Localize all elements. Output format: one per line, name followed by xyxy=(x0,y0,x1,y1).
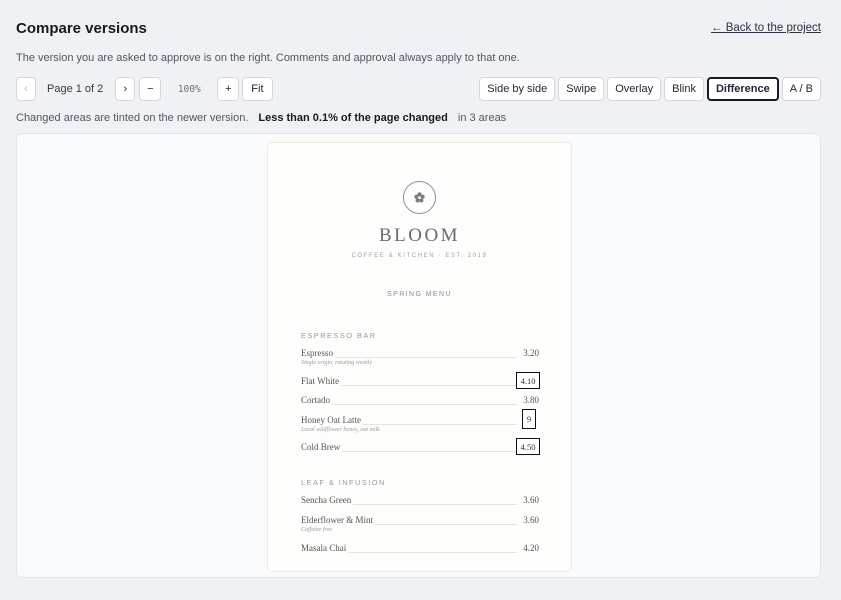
mode-side-by-side[interactable]: Side by side xyxy=(479,77,556,101)
item-description: Single origin, rotating weekly xyxy=(301,360,373,366)
chevron-left-icon: ‹ xyxy=(24,83,28,95)
item-price: 3.60 xyxy=(523,495,539,505)
item-name: Cold Brew xyxy=(301,442,343,452)
item-description: Caffeine free xyxy=(301,527,332,533)
item-name: Espresso xyxy=(301,348,335,358)
item-price: 4.20 xyxy=(523,543,539,553)
zoom-level: 100% xyxy=(177,83,201,95)
diff-highlight: 9 xyxy=(522,409,536,429)
change-summary: Changed areas are tinted on the newer ve… xyxy=(16,112,506,124)
mode-blink[interactable]: Blink xyxy=(664,77,704,101)
page-toolbar: ‹ Page 1 of 2 › − 100% + Fit xyxy=(16,77,273,101)
item-name: Sencha Green xyxy=(301,495,354,505)
brand-tagline: COFFEE & KITCHEN · EST. 2019 xyxy=(351,253,488,259)
chevron-right-icon: › xyxy=(123,83,128,95)
previous-page-button[interactable]: ‹ xyxy=(16,77,36,101)
document-page: BLOOM COFFEE & KITCHEN · EST. 2019 SPRIN… xyxy=(268,143,571,571)
plus-icon: + xyxy=(225,83,232,95)
diff-highlight: 4.10 xyxy=(516,372,540,389)
menu-item: Sencha Green 3.60 xyxy=(301,495,539,507)
menu-item: Elderflower & Mint Caffeine free 3.60 xyxy=(301,515,539,533)
brand-name: BLOOM xyxy=(378,225,461,246)
section-title: ESPRESSO BAR xyxy=(301,331,377,340)
next-page-button[interactable]: › xyxy=(115,77,136,101)
menu-item: Cold Brew 4.50 xyxy=(301,438,540,455)
item-price: 3.80 xyxy=(523,395,539,405)
diff-highlight: 4.50 xyxy=(516,438,540,455)
section-title: LEAF & INFUSION xyxy=(301,478,386,487)
item-name: Honey Oat Latte xyxy=(301,415,363,425)
menu-item: Espresso Single origin, rotating weekly … xyxy=(301,348,539,366)
back-to-project-link[interactable]: ← Back to the project xyxy=(711,22,821,34)
flower-icon xyxy=(403,181,436,214)
menu-item: Honey Oat Latte Local wildflower honey, … xyxy=(301,409,539,433)
item-price: 3.60 xyxy=(523,515,539,525)
item-price: 3.20 xyxy=(523,348,539,358)
change-note: Changed areas are tinted on the newer ve… xyxy=(16,112,249,124)
menu-title: SPRING MENU xyxy=(387,291,452,298)
approval-note: The version you are asked to approve is … xyxy=(16,52,520,64)
menu-item: Masala Chai 4.20 xyxy=(301,543,539,555)
change-area-count: in 3 areas xyxy=(457,112,507,124)
mode-overlay[interactable]: Overlay xyxy=(607,77,662,101)
dot-leader xyxy=(301,404,517,405)
menu-item: Cortado 3.80 xyxy=(301,395,539,407)
mode-difference[interactable]: Difference xyxy=(706,77,779,101)
zoom-in-button[interactable]: + xyxy=(217,77,240,101)
change-percentage: Less than 0.1% of the page changed xyxy=(258,112,448,124)
item-name: Cortado xyxy=(301,395,332,405)
item-name: Elderflower & Mint xyxy=(301,515,375,525)
mode-a-b[interactable]: A / B xyxy=(781,77,821,101)
mode-swipe[interactable]: Swipe xyxy=(558,77,605,101)
page-indicator: Page 1 of 2 xyxy=(47,83,104,95)
comparison-canvas[interactable]: BLOOM COFFEE & KITCHEN · EST. 2019 SPRIN… xyxy=(16,133,821,578)
item-description: Local wildflower honey, oat milk xyxy=(301,427,380,433)
minus-icon: − xyxy=(147,83,154,95)
compare-mode-switcher: Side by side Swipe Overlay Blink Differe… xyxy=(476,77,821,101)
item-name: Flat White xyxy=(301,376,342,386)
fit-button[interactable]: Fit xyxy=(242,77,273,101)
menu-item: Flat White 4.10 xyxy=(301,372,540,389)
zoom-out-button[interactable]: − xyxy=(139,77,162,101)
item-name: Masala Chai xyxy=(301,543,349,553)
page-title: Compare versions xyxy=(16,20,147,37)
page-header: Compare versions ← Back to the project xyxy=(16,20,821,40)
